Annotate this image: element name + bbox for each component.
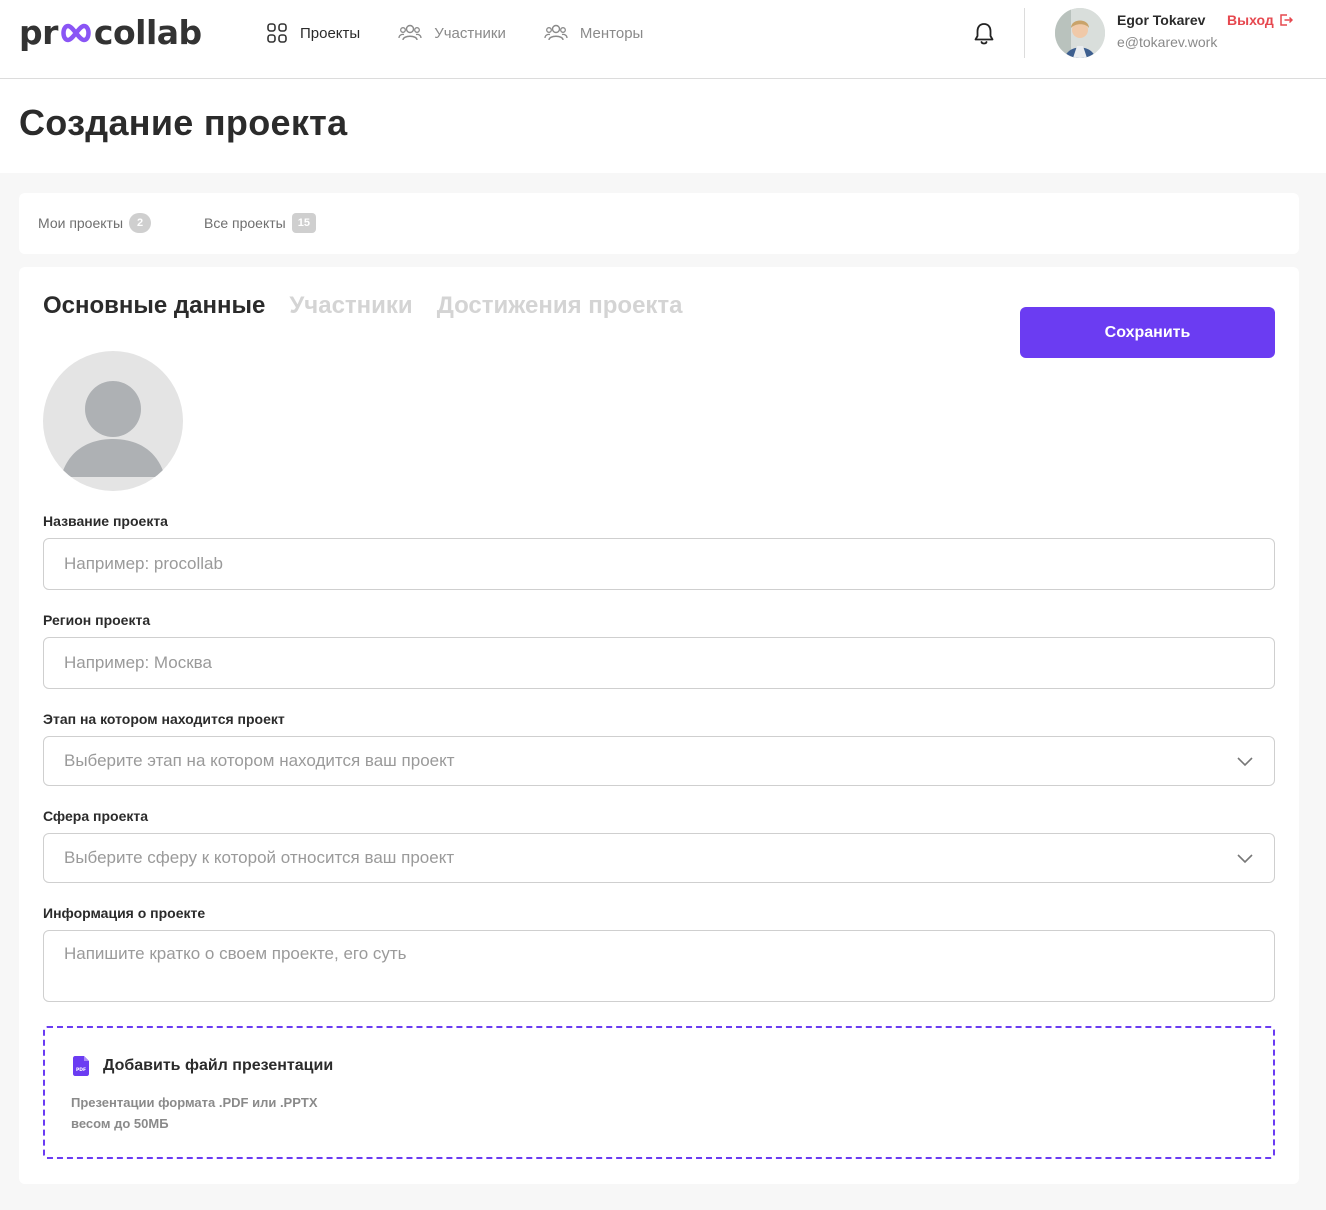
- procollab-logo[interactable]: pr collab: [19, 12, 202, 52]
- select-placeholder: Выберите этап на котором находится ваш п…: [64, 751, 455, 770]
- upload-hint-line: весом до 50МБ: [71, 1116, 169, 1131]
- logout-icon: [1280, 14, 1293, 26]
- project-industry-select[interactable]: Выберите сферу к которой относится ваш п…: [43, 833, 1275, 883]
- pdf-file-icon: PDF: [73, 1056, 89, 1076]
- project-avatar-upload[interactable]: [43, 351, 183, 491]
- tab-all-projects[interactable]: Все проекты 15: [204, 213, 316, 233]
- project-stage-select[interactable]: Выберите этап на котором находится ваш п…: [43, 736, 1275, 786]
- svg-text:PDF: PDF: [76, 1067, 86, 1073]
- upload-hint: Презентации формата .PDF или .PPTX весом…: [71, 1092, 318, 1134]
- nav-item-participants[interactable]: Участники: [398, 20, 506, 46]
- project-name-label: Название проекта: [43, 513, 168, 529]
- project-name-input[interactable]: [43, 538, 1275, 590]
- page-title: Создание проекта: [19, 102, 348, 143]
- project-form-card: Основные данные Участники Достижения про…: [19, 267, 1299, 1184]
- logout-button[interactable]: Выход: [1227, 12, 1293, 28]
- project-region-label: Регион проекта: [43, 612, 151, 628]
- upload-title: PDF Добавить файл презентации: [73, 1056, 333, 1076]
- presentation-upload-dropzone[interactable]: PDF Добавить файл презентации Презентаци…: [43, 1026, 1275, 1159]
- main-nav: Проекты Участники Менторы: [266, 20, 681, 46]
- nav-item-label: Менторы: [579, 24, 644, 42]
- logo-text-left: pr: [19, 12, 58, 52]
- project-description-textarea[interactable]: [43, 930, 1275, 1002]
- logo-text-right: collab: [93, 12, 202, 52]
- user-email: e@tokarev.work: [1117, 34, 1218, 50]
- section-tabs: Основные данные Участники Достижения про…: [43, 292, 707, 320]
- header-divider: [1024, 8, 1025, 58]
- nav-item-label: Проекты: [300, 24, 361, 42]
- tab-participants[interactable]: Участники: [289, 292, 412, 320]
- nav-item-projects[interactable]: Проекты: [266, 20, 360, 46]
- tab-label: Мои проекты: [38, 215, 124, 231]
- bell-icon[interactable]: [972, 21, 996, 47]
- avatar-placeholder-icon: [61, 381, 165, 477]
- nav-item-label: Участники: [434, 24, 506, 42]
- project-industry-label: Сфера проекта: [43, 808, 148, 824]
- chevron-down-icon: [1237, 854, 1253, 864]
- project-stage-label: Этап на котором находится проект: [43, 711, 285, 727]
- logout-label: Выход: [1227, 12, 1274, 28]
- project-region-input[interactable]: [43, 637, 1275, 689]
- upload-title-text: Добавить файл презентации: [103, 1057, 334, 1074]
- count-badge: 2: [129, 213, 152, 233]
- users-icon: [544, 24, 568, 41]
- user-name: Egor Tokarev: [1117, 12, 1206, 28]
- user-avatar[interactable]: [1055, 8, 1105, 58]
- logo-infinity-icon: [61, 23, 91, 43]
- tab-label: Все проекты: [204, 215, 286, 231]
- user-avatar-image: [1055, 8, 1105, 58]
- select-placeholder: Выберите сферу к которой относится ваш п…: [64, 848, 455, 867]
- count-badge: 15: [291, 213, 316, 233]
- users-icon: [398, 24, 422, 41]
- project-tabs: Мои проекты 2 Все проекты 15: [19, 193, 1299, 254]
- tab-basic-data[interactable]: Основные данные: [43, 292, 265, 320]
- tab-achievements[interactable]: Достижения проекта: [437, 292, 683, 320]
- nav-item-mentors[interactable]: Менторы: [544, 20, 643, 46]
- grid-icon: [267, 23, 287, 43]
- upload-hint-line: Презентации формата .PDF или .PPTX: [71, 1095, 318, 1110]
- title-band: Создание проекта: [0, 79, 1326, 173]
- chevron-down-icon: [1237, 757, 1253, 767]
- tab-my-projects[interactable]: Мои проекты 2: [38, 213, 152, 233]
- save-button[interactable]: Сохранить: [1020, 307, 1275, 358]
- project-description-label: Информация о проекте: [43, 905, 206, 921]
- top-header: pr collab Проекты Участники Менторы Egor…: [0, 0, 1326, 79]
